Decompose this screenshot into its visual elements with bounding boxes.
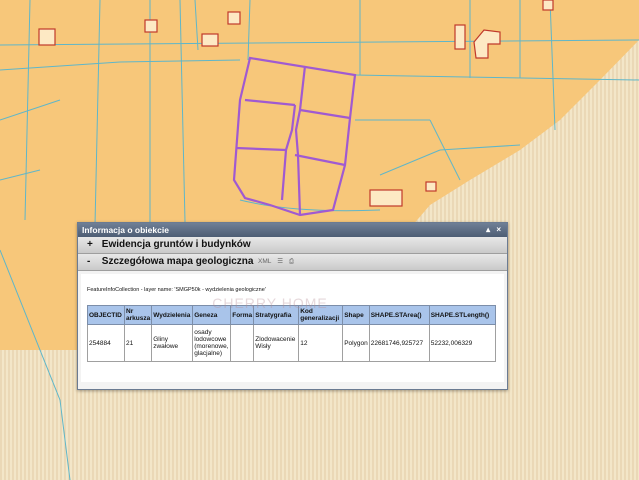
column-header: SHAPE.STArea() <box>368 305 430 325</box>
attribute-table: OBJECTID Nr arkusza Wydzielenia Geneza F… <box>87 305 496 362</box>
xml-button[interactable]: XML <box>258 258 271 265</box>
feature-info-window[interactable]: Informacja o obiekcie ▴ × + Ewidencja gr… <box>77 222 508 390</box>
column-header: OBJECTID <box>87 305 125 325</box>
table-cell: Zlodowacenie Wisły <box>253 324 300 362</box>
table-cell: Polygon <box>342 324 370 362</box>
section-ewidencja[interactable]: + Ewidencja gruntów i budynków <box>78 237 507 254</box>
expand-icon[interactable]: + <box>87 237 99 253</box>
window-titlebar[interactable]: Informacja o obiekcie ▴ × <box>78 223 507 237</box>
table-cell: 254884 <box>87 324 125 362</box>
column-header: SHAPE.STLength() <box>428 305 496 325</box>
list-icon[interactable]: ☰ <box>277 258 283 265</box>
window-controls[interactable]: ▴ × <box>486 223 503 237</box>
section-mapa-geologiczna[interactable]: - Szczegółowa mapa geologiczna XML ☰ ⎙ <box>78 254 507 271</box>
collapse-icon[interactable]: - <box>87 254 99 270</box>
column-header: Wydzielenia <box>151 305 194 325</box>
column-header: Nr arkusza <box>123 305 153 325</box>
print-icon[interactable]: ⎙ <box>289 258 294 265</box>
table-cell: 12 <box>298 324 344 362</box>
column-header: Shape <box>342 305 370 325</box>
table-row: 254884 21 Gliny zwałowe osady lodowcowe … <box>87 324 496 362</box>
table-cell: 52232,006329 <box>428 324 496 362</box>
column-header: Forma <box>230 305 255 325</box>
feature-collection-caption: FeatureInfoCollection - layer name: 'SMG… <box>87 287 266 293</box>
column-header: Kod generalizacji <box>298 305 344 325</box>
table-cell: osady lodowcowe (morenowe, glacjalne) <box>192 324 232 362</box>
feature-info-body: FeatureInfoCollection - layer name: 'SMG… <box>81 274 504 382</box>
table-cell <box>230 324 255 362</box>
table-header-row: OBJECTID Nr arkusza Wydzielenia Geneza F… <box>87 305 496 325</box>
section-tools: XML ☰ ⎙ <box>258 254 298 270</box>
window-title: Informacja o obiekcie <box>82 225 169 235</box>
column-header: Geneza <box>192 305 232 325</box>
section-label: Szczegółowa mapa geologiczna <box>101 256 254 267</box>
column-header: Stratygrafia <box>253 305 300 325</box>
table-cell: 22681746,925727 <box>368 324 430 362</box>
table-cell: Gliny zwałowe <box>151 324 194 362</box>
section-label: Ewidencja gruntów i budynków <box>101 239 251 250</box>
table-cell: 21 <box>123 324 153 362</box>
